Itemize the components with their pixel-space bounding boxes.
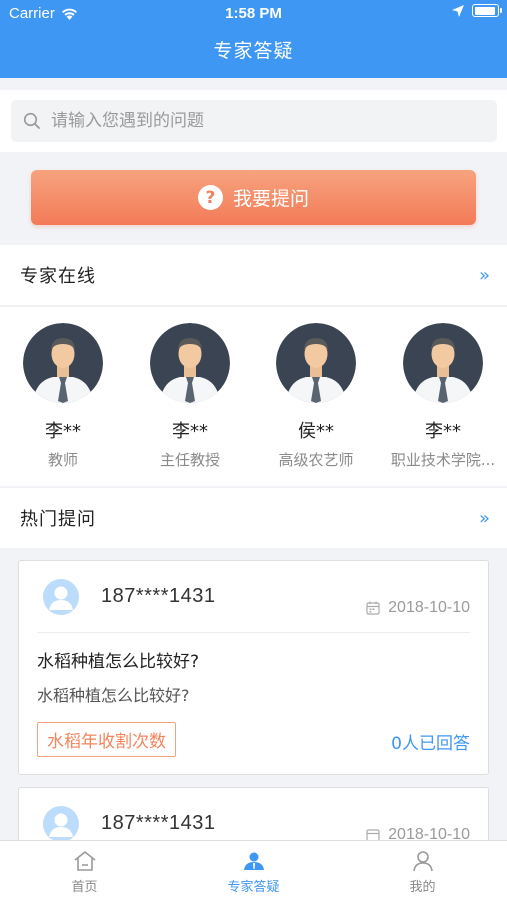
expert-role: 主任教授 [159, 451, 220, 469]
expert-avatar [276, 323, 356, 403]
question-date: 2018-10-10 [366, 599, 470, 617]
user-avatar-icon [43, 806, 79, 842]
expert-name: 侯** [298, 421, 334, 442]
experts-more-icon[interactable]: » [479, 265, 490, 286]
answer-count: 0人已回答 [391, 734, 470, 754]
expert-item[interactable]: 李** 教师 [0, 323, 126, 470]
expert-name: 李** [425, 421, 461, 442]
search-input[interactable] [51, 111, 471, 131]
expert-item[interactable]: 李** 职业技术学院... [380, 323, 506, 470]
tab-home-label: 首页 [71, 880, 98, 895]
battery-icon [472, 4, 502, 17]
search-box[interactable] [11, 100, 497, 142]
hot-questions-header: 热门提问 » [0, 488, 507, 548]
tab-mine[interactable]: 我的 [338, 841, 507, 900]
expert-avatar [403, 323, 483, 403]
tab-mine-label: 我的 [409, 880, 436, 895]
user-avatar-icon [43, 579, 79, 615]
search-section [0, 90, 507, 152]
page-title: 专家答疑 [213, 40, 294, 62]
question-mark-icon: ? [197, 185, 223, 210]
ask-question-label: 我要提问 [232, 188, 309, 210]
asker-phone: 187****1431 [101, 585, 216, 607]
tab-expert-qa[interactable]: 专家答疑 [169, 841, 338, 900]
search-icon [23, 112, 40, 129]
status-bar: Carrier 1:58 PM [0, 0, 507, 28]
expert-role: 高级农艺师 [278, 451, 354, 469]
expert-name: 李** [45, 421, 81, 442]
hot-questions-title: 热门提问 [20, 509, 96, 530]
expert-avatar [150, 323, 230, 403]
ask-question-button[interactable]: ? 我要提问 [31, 170, 476, 225]
question-tag[interactable]: 水稻年收割次数 [37, 722, 176, 757]
expert-icon [243, 852, 264, 870]
question-title: 水稻种植怎么比较好? [37, 652, 200, 672]
hot-questions-more-icon[interactable]: » [479, 508, 490, 529]
expert-item[interactable]: 侯** 高级农艺师 [253, 323, 379, 470]
expert-role: 职业技术学院... [390, 451, 496, 469]
tab-expert-qa-label: 专家答疑 [227, 880, 280, 895]
status-time: 1:58 PM [225, 5, 282, 22]
experts-section-title: 专家在线 [20, 266, 96, 287]
tab-home[interactable]: 首页 [0, 841, 169, 900]
expert-name: 李** [172, 421, 208, 442]
asker-phone: 187****1431 [101, 812, 216, 834]
expert-role: 教师 [47, 451, 78, 469]
expert-avatar [23, 323, 103, 403]
question-description: 水稻种植怎么比较好? [37, 686, 190, 705]
experts-section-header: 专家在线 » [0, 245, 507, 305]
question-card[interactable]: 187****1431 2018-10-10 水稻种植怎么比较好? 水稻种植怎么… [18, 560, 489, 775]
experts-list: 李** 教师 李** 主任教授 侯** 高级农艺师 李** 职业技术学院... [0, 306, 507, 486]
home-icon [74, 851, 95, 871]
tab-bar: 首页 专家答疑 我的 [0, 840, 507, 900]
user-icon [412, 851, 433, 872]
nav-bar: 专家答疑 [0, 28, 507, 78]
calendar-icon [366, 601, 380, 615]
question-date-text: 2018-10-10 [388, 599, 470, 616]
location-arrow-icon [452, 4, 464, 17]
expert-item[interactable]: 李** 主任教授 [127, 323, 253, 470]
